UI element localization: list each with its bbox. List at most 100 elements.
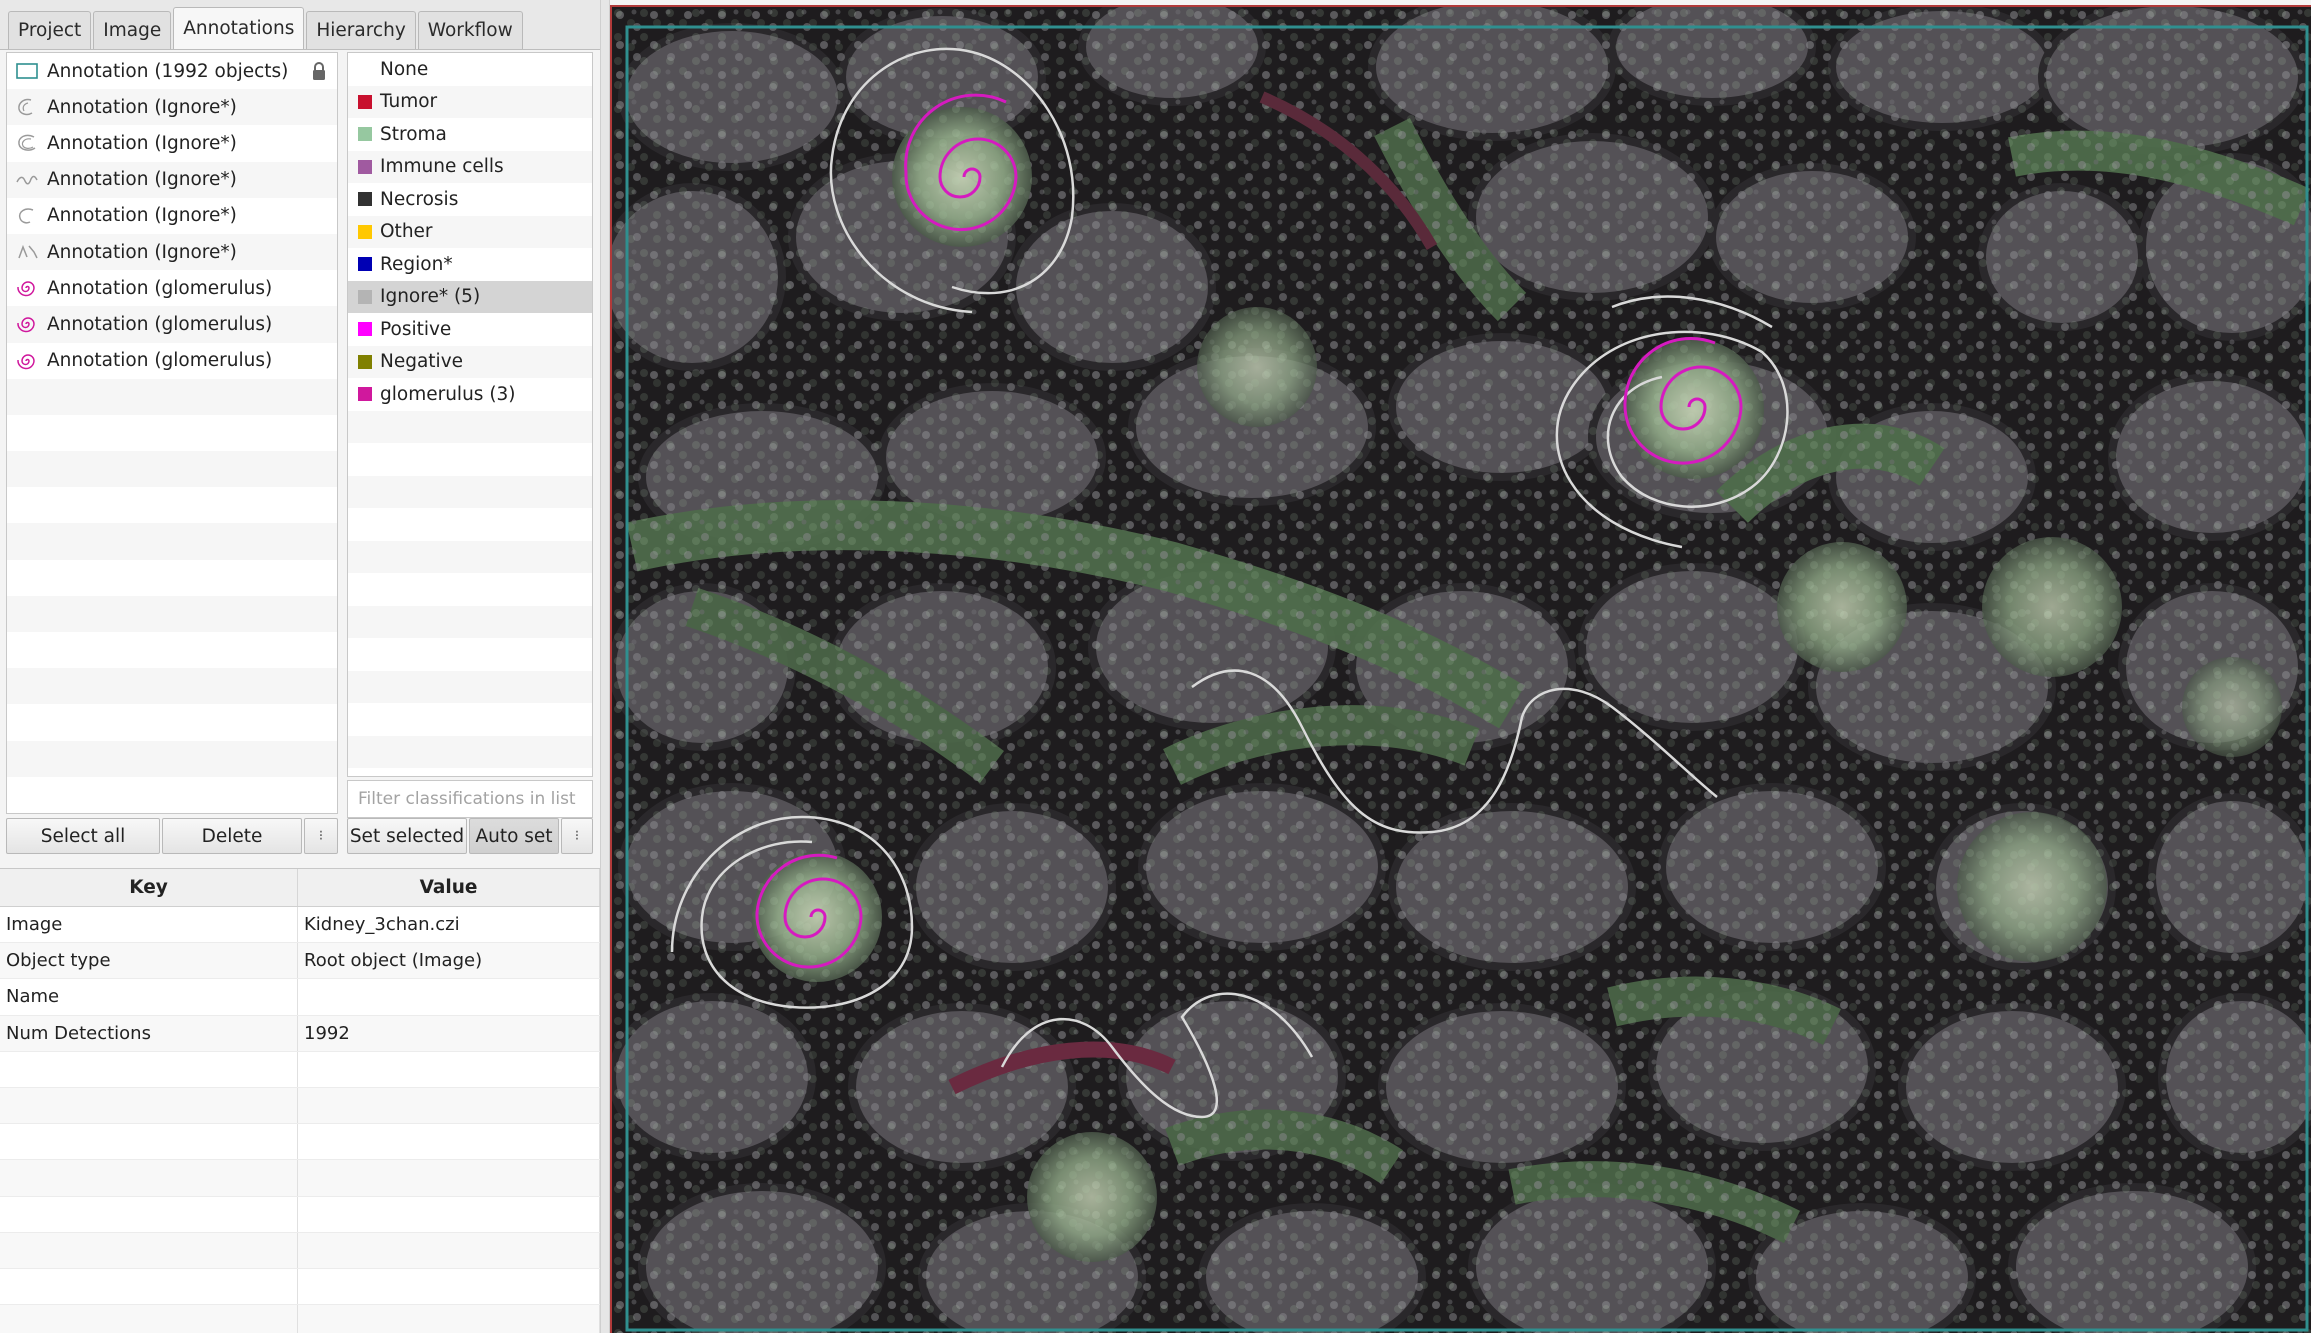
select-all-button[interactable]: Select all (6, 818, 160, 854)
column-header-key[interactable]: Key (0, 869, 298, 906)
auto-set-toggle[interactable]: Auto set (469, 818, 559, 854)
class-label: Positive (380, 318, 452, 340)
empty-row (7, 777, 337, 813)
property-value (298, 979, 600, 1015)
table-row[interactable]: Image Kidney_3chan.czi (0, 907, 600, 944)
table-row[interactable]: Num Detections 1992 (0, 1015, 600, 1052)
class-item[interactable]: Immune cells (348, 150, 592, 183)
empty-row (348, 475, 592, 508)
classification-list[interactable]: None Tumor Stroma Immune cells Necrosis … (347, 52, 593, 777)
empty-row (348, 443, 592, 476)
class-label: Stroma (380, 123, 447, 145)
tab-annotations[interactable]: Annotations (173, 7, 305, 49)
class-swatch (358, 127, 372, 142)
class-label: Ignore* (5) (380, 286, 481, 308)
ellipse-outline-icon (15, 96, 39, 118)
more-options-icon: ⁝ (574, 828, 580, 844)
empty-row (348, 508, 592, 541)
annotation-label: Annotation (Ignore*) (47, 241, 237, 263)
class-swatch (358, 192, 372, 207)
empty-row (7, 451, 337, 488)
empty-row (348, 410, 592, 443)
ellipse-outline-icon (15, 205, 39, 227)
class-swatch (358, 62, 372, 76)
annotation-item[interactable]: Annotation (1992 objects) (7, 53, 337, 89)
class-item[interactable]: Necrosis (348, 183, 592, 216)
empty-row (7, 595, 337, 632)
class-item[interactable]: Stroma (348, 118, 592, 151)
class-swatch (358, 94, 372, 109)
tissue-image[interactable] (612, 7, 2311, 1333)
class-filter-input[interactable] (347, 780, 593, 818)
class-more-button[interactable]: ⁝ (561, 818, 593, 854)
class-label: Other (380, 221, 433, 243)
annotation-label: Annotation (Ignore*) (47, 169, 237, 191)
annotation-item[interactable]: Annotation (Ignore*) (7, 161, 337, 198)
class-item[interactable]: Region* (348, 248, 592, 281)
annotation-more-button[interactable]: ⁝ (304, 818, 338, 854)
glomeruli-layer (612, 7, 2311, 1333)
empty-row (348, 670, 592, 703)
property-key: Name (0, 979, 298, 1015)
annotation-item[interactable]: Annotation (glomerulus) (7, 343, 337, 379)
table-row[interactable]: Object type Root object (Image) (0, 943, 600, 980)
empty-row (0, 1087, 600, 1125)
tab-hierarchy[interactable]: Hierarchy (306, 11, 416, 49)
left-panel: Project Image Annotations Hierarchy Work… (0, 0, 600, 1333)
image-viewer[interactable] (610, 5, 2311, 1333)
empty-row (7, 415, 337, 451)
class-label: Negative (380, 351, 464, 373)
class-item[interactable]: Other (348, 215, 592, 248)
property-key: Image (0, 907, 298, 943)
polyline-icon (15, 169, 39, 191)
empty-row (7, 668, 337, 705)
spiral-icon (15, 350, 39, 372)
empty-row (0, 1305, 600, 1333)
empty-row (0, 1196, 600, 1233)
tab-image[interactable]: Image (93, 11, 172, 49)
annotation-item[interactable]: Annotation (Ignore*) (7, 125, 337, 161)
class-swatch (358, 322, 372, 337)
class-item[interactable]: Negative (348, 345, 592, 378)
empty-row (7, 523, 337, 560)
empty-row (348, 573, 592, 606)
annotation-item[interactable]: Annotation (Ignore*) (7, 89, 337, 126)
annotation-item[interactable]: Annotation (Ignore*) (7, 198, 337, 234)
annotation-item[interactable]: Annotation (glomerulus) (7, 306, 337, 343)
set-selected-button[interactable]: Set selected (347, 818, 467, 854)
annotation-label: Annotation (glomerulus) (47, 313, 273, 335)
empty-row (348, 605, 592, 638)
empty-row (7, 487, 337, 523)
class-swatch (358, 354, 372, 369)
empty-row (7, 378, 337, 415)
empty-row (0, 1124, 600, 1161)
panel-divider[interactable] (600, 0, 610, 1333)
annotation-item[interactable]: Annotation (Ignore*) (7, 233, 337, 271)
class-label: glomerulus (3) (380, 383, 516, 405)
class-item[interactable]: glomerulus (3) (348, 378, 592, 411)
class-swatch (358, 159, 372, 174)
tab-project[interactable]: Project (8, 11, 92, 49)
empty-row (7, 740, 337, 777)
empty-row (348, 735, 592, 768)
annotation-label: Annotation (glomerulus) (47, 277, 273, 299)
rectangle-icon (15, 60, 39, 82)
tab-workflow[interactable]: Workflow (417, 11, 523, 49)
column-header-value[interactable]: Value (298, 869, 600, 906)
annotation-list[interactable]: Annotation (1992 objects) Annotation (Ig… (6, 52, 338, 814)
ellipse-outline-icon (15, 132, 39, 154)
class-label: Tumor (380, 91, 438, 113)
property-key: Num Detections (0, 1015, 298, 1051)
spiral-icon (15, 313, 39, 335)
property-value: Root object (Image) (298, 943, 600, 979)
class-item[interactable]: None (348, 53, 592, 86)
delete-button[interactable]: Delete (162, 818, 302, 854)
class-swatch (358, 289, 372, 304)
class-item[interactable]: Positive (348, 313, 592, 346)
property-key: Object type (0, 943, 298, 979)
table-row[interactable]: Name (0, 979, 600, 1016)
class-item[interactable]: Tumor (348, 85, 592, 118)
class-item-selected[interactable]: Ignore* (5) (348, 280, 592, 313)
annotation-item[interactable]: Annotation (glomerulus) (7, 270, 337, 306)
class-label: Necrosis (380, 188, 459, 210)
